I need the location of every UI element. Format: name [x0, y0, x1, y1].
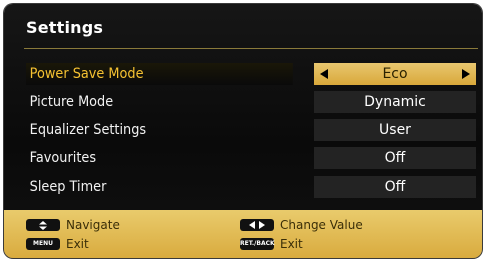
setting-label: Power Save Mode [26, 63, 293, 85]
setting-row-equalizer-settings[interactable]: Equalizer Settings User [26, 119, 480, 141]
setting-value[interactable]: Dynamic [314, 91, 476, 113]
setting-row-favourites[interactable]: Favourites Off [26, 147, 480, 169]
hint-label: Exit [66, 237, 89, 251]
setting-label: Picture Mode [29, 94, 114, 110]
settings-panel: Settings Power Save Mode Eco Picture Mod… [4, 4, 482, 258]
hint-navigate: Navigate [26, 217, 206, 233]
page-title: Settings [26, 18, 104, 37]
up-down-arrows-icon [26, 219, 60, 231]
setting-row-sleep-timer[interactable]: Sleep Timer Off [26, 176, 480, 198]
setting-label: Favourites [29, 150, 97, 166]
menu-key: MENU [26, 238, 60, 250]
title-divider [24, 48, 478, 49]
setting-row-power-save-mode[interactable]: Power Save Mode Eco [26, 63, 480, 85]
arrow-left-icon[interactable] [320, 69, 328, 79]
hint-back-exit: RET./BACK Exit [240, 236, 460, 252]
key-hint-bar: Navigate MENU Exit Change Value RET./BAC… [4, 210, 482, 258]
setting-value[interactable]: User [314, 119, 476, 141]
setting-value[interactable]: Off [314, 147, 476, 169]
hint-label: Navigate [66, 218, 120, 232]
hint-label: Change Value [280, 218, 363, 232]
arrow-right-icon[interactable] [462, 69, 470, 79]
ret-back-key: RET./BACK [240, 238, 275, 250]
setting-value: Eco [382, 66, 408, 82]
setting-value[interactable]: Off [314, 176, 476, 198]
hint-change-value: Change Value [240, 217, 460, 233]
setting-row-picture-mode[interactable]: Picture Mode Dynamic [26, 91, 480, 113]
setting-value-selector[interactable]: Eco [314, 63, 476, 85]
hint-menu-exit: MENU Exit [26, 236, 206, 252]
setting-label: Sleep Timer [29, 179, 107, 195]
hint-label: Exit [280, 237, 303, 251]
left-right-arrows-icon [240, 219, 274, 231]
setting-label: Equalizer Settings [29, 122, 147, 138]
